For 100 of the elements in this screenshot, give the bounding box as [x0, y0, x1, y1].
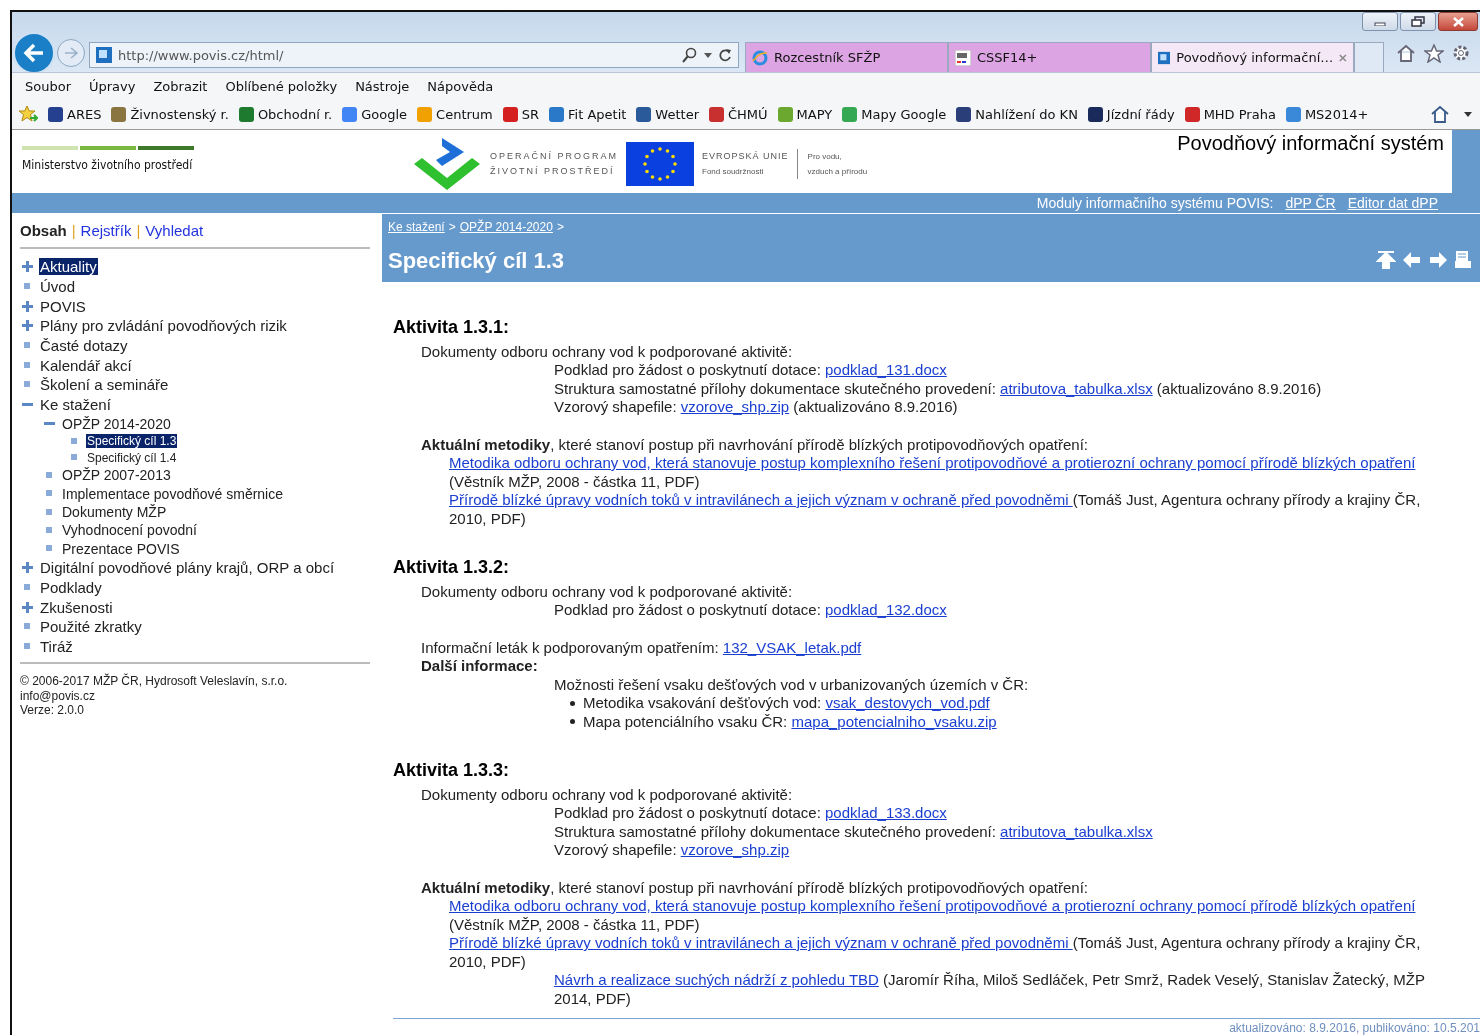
link[interactable]: podklad_132.docx [825, 601, 947, 618]
bookmark[interactable]: ARES [48, 106, 102, 122]
tree-item[interactable]: Implementace povodňové směrnice [44, 484, 284, 503]
menu-item[interactable]: Nástroje [346, 78, 419, 94]
search-icon[interactable] [682, 47, 698, 63]
page-title: Specifický cíl 1.3 [388, 248, 565, 274]
bookmark[interactable]: Živnostenský r. [111, 106, 229, 122]
bookmark[interactable]: Nahlížení do KN [956, 106, 1078, 122]
bookmark[interactable]: Jízdní řády [1087, 106, 1175, 122]
print-icon [1454, 249, 1474, 270]
close-button[interactable] [1438, 12, 1478, 31]
paragraph: Metodika vsakování dešťových vod: vsak_destovych_vod.pdf [583, 694, 990, 713]
plus-icon[interactable] [22, 261, 33, 273]
tree-item[interactable]: Vyhodnocení povodní [44, 521, 198, 540]
new-tab-button[interactable] [1354, 42, 1384, 72]
home-icon[interactable] [1396, 43, 1416, 62]
tree-item[interactable]: Kalendář akcí [22, 355, 133, 376]
link[interactable]: podklad_133.docx [825, 804, 947, 821]
bookmark[interactable]: Centrum [417, 106, 493, 122]
bookmark[interactable]: MS2014+ [1285, 106, 1369, 122]
bullet-icon [22, 342, 33, 350]
close-icon [1452, 16, 1464, 27]
sidebar-tab[interactable]: Obsah [20, 222, 67, 239]
link[interactable]: podklad_131.docx [825, 361, 947, 378]
plus-icon[interactable] [22, 562, 33, 574]
tree-item[interactable]: OPŽP 2014-2020 [44, 414, 172, 433]
settings-icon[interactable] [1452, 43, 1470, 62]
link[interactable]: Přírodě blízké úpravy vodních toků v intravilánech a jejich význam v ochraně před povodněmi [449, 491, 1073, 508]
paragraph: Vzorový shapefile: vzorove_shp.zip [554, 841, 791, 860]
link[interactable]: mapa_potencialniho_vsaku.zip [791, 712, 997, 730]
menu-item[interactable]: Soubor [16, 78, 80, 94]
paragraph: Podklad pro žádost o poskytnutí dotace: podklad_132.docx [554, 601, 948, 620]
star-icon[interactable] [1424, 43, 1444, 63]
star-add-icon[interactable] [18, 105, 38, 123]
tree-item[interactable]: Dokumenty MŽP [44, 502, 168, 522]
site-icon [96, 47, 112, 63]
next-icon [1428, 249, 1448, 270]
tree-item[interactable]: Školení a semináře [22, 375, 170, 395]
close-icon[interactable] [1339, 52, 1347, 63]
menu-item[interactable]: Zobrazit [144, 78, 217, 94]
tree-item[interactable]: Časté dotazy [22, 335, 129, 356]
bookmark[interactable]: Google [342, 106, 408, 122]
bookmark[interactable]: Obchodní r. [238, 106, 333, 122]
motto-text: Pro vodu, [807, 150, 843, 163]
tree-item[interactable]: Úvod [22, 276, 77, 297]
browser-tab[interactable]: Povodňový informační… [1151, 42, 1354, 72]
link[interactable]: Metodika odboru ochrany vod, která stanovuje postup komplexního řešení protipovodňové a protierozní ochrany pomocí přírodě blízkých opatření [449, 897, 1416, 914]
paragraph: Metodika odboru ochrany vod, která stanovuje postup komplexního řešení protipovodňové a protierozní ochrany pomocí přírodě blízkých opatření (Věstník MŽP, 2008 - částka 11, PDF) [449, 454, 1417, 491]
link[interactable]: atributova_tabulka.xlsx [1000, 822, 1153, 840]
bookmark[interactable]: MAPY [777, 106, 833, 122]
tree-item[interactable]: OPŽP 2007-2013 [44, 466, 172, 485]
link[interactable]: Návrh a realizace suchých nádrží z pohledu TBD [554, 971, 879, 988]
sidebar-tab[interactable]: Vyhledat [145, 222, 204, 239]
tree-item[interactable]: Digitální povodňové plány krajů, ORP a obcí [22, 558, 336, 578]
menu-item[interactable]: Nápověda [418, 78, 503, 94]
sidebar-tab[interactable]: Rejstřík [80, 222, 132, 239]
dropdown-caret-icon[interactable] [704, 52, 712, 58]
bookmark[interactable]: Mapy Google [842, 106, 947, 122]
link[interactable]: vsak_destovych_vod.pdf [825, 694, 990, 711]
bookmark[interactable]: SR [502, 106, 540, 122]
forward-button[interactable] [57, 39, 85, 67]
tree-item[interactable]: Prezentace POVIS [44, 539, 181, 559]
bookmark[interactable]: MHD Praha [1184, 106, 1276, 122]
link[interactable]: atributova_tabulka.xlsx [1000, 379, 1153, 397]
menu-item[interactable]: Úpravy [80, 78, 145, 94]
menu-item[interactable]: Oblíbené položky [216, 78, 347, 94]
browser-tab[interactable]: Rozcestník SFŽP [745, 42, 948, 72]
refresh-icon[interactable] [718, 48, 732, 62]
tree-item[interactable]: Tiráž [22, 636, 74, 657]
bookmark[interactable]: ČHMÚ [709, 106, 768, 122]
motto-text: vzduch a přírodu [807, 165, 868, 178]
plus-icon[interactable] [22, 320, 33, 332]
link[interactable]: 132_VSAK_letak.pdf [722, 638, 862, 656]
section-heading: Aktivita 1.3.1: [393, 318, 511, 337]
footer-text: © 2006-2017 MŽP ČR, Hydrosoft Veleslavín, s.r.o. [20, 674, 289, 689]
back-button[interactable] [13, 32, 55, 74]
paragraph: Aktuální metodiky, které stanoví postup při navrhování přírodě blízkých protipovodňových opatření: [421, 435, 1089, 454]
tree-item[interactable]: Specifický cíl 1.4 [69, 449, 178, 467]
paragraph: Podklad pro žádost o poskytnutí dotace: podklad_131.docx [554, 361, 948, 380]
link[interactable]: vzorove_shp.zip [680, 398, 790, 415]
tree-item[interactable]: Ke stažení [22, 394, 112, 415]
link[interactable]: vzorove_shp.zip [680, 841, 790, 858]
home-icon[interactable] [1430, 105, 1450, 123]
tree-item[interactable]: Zkušenosti [22, 597, 114, 618]
link[interactable]: Metodika odboru ochrany vod, která stanovuje postup komplexního řešení protipovodňové a protierozní ochrany pomocí přírodě blízkých opatření [449, 454, 1416, 471]
link[interactable]: Přírodě blízké úpravy vodních toků v intravilánech a jejich význam v ochraně před povodněmi [449, 934, 1073, 951]
tree-item[interactable]: POVIS [22, 296, 87, 317]
bullet-icon [22, 643, 33, 651]
minimize-button[interactable] [1362, 12, 1398, 31]
tree-item[interactable]: Podklady [22, 577, 103, 598]
tree-item[interactable]: Plány pro zvládání povodňových rizik [22, 316, 288, 336]
plus-icon[interactable] [22, 300, 33, 312]
address-bar[interactable]: http://www.povis.cz/html/ [89, 42, 739, 68]
plus-icon[interactable] [22, 601, 33, 613]
bookmark[interactable]: Fit Apetit [549, 106, 627, 122]
restore-button[interactable] [1400, 12, 1436, 31]
bookmark[interactable]: Wetter [636, 106, 699, 122]
browser-tab[interactable]: CSSF14+ [948, 42, 1151, 72]
tree-item[interactable]: Použité zkratky [22, 617, 143, 637]
site-title: Povodňový informační systém [1177, 132, 1444, 156]
